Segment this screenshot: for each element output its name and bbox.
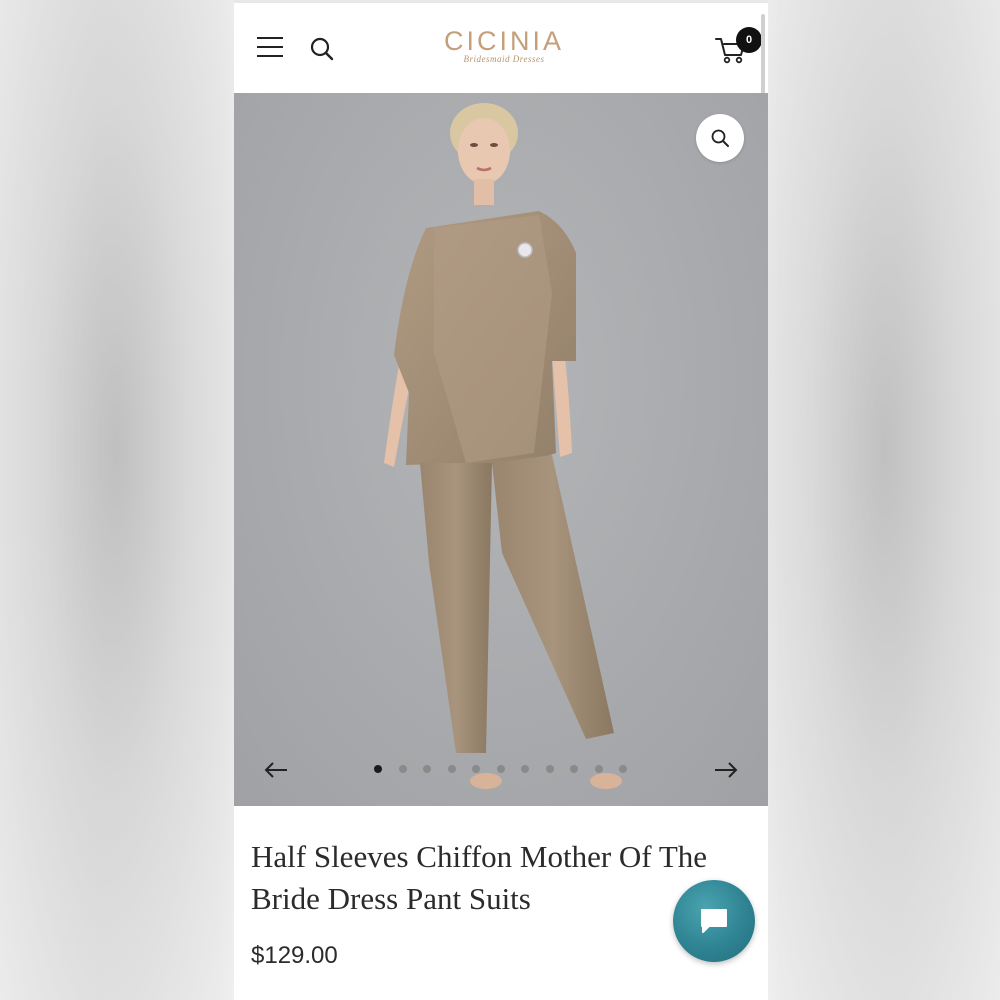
arrow-right-icon xyxy=(715,762,738,778)
cart-count-badge: 0 xyxy=(736,27,762,53)
brand-logo[interactable]: CICINIA Bridesmaid Dresses xyxy=(414,26,594,64)
chat-icon xyxy=(701,909,727,933)
slide-dot[interactable] xyxy=(374,765,382,773)
arrow-left-icon xyxy=(264,762,287,778)
slide-dot[interactable] xyxy=(398,765,407,773)
slide-dot[interactable] xyxy=(472,765,480,773)
chat-button[interactable] xyxy=(673,880,755,962)
mobile-page: CICINIA Bridesmaid Dresses 0 Half Sleeve… xyxy=(234,0,768,1000)
slide-dot[interactable] xyxy=(447,765,456,773)
product-price: $129.00 xyxy=(251,942,338,969)
slide-dot[interactable] xyxy=(619,765,627,773)
slide-dot[interactable] xyxy=(423,765,431,773)
background-blur-left xyxy=(0,0,234,1000)
search-icon[interactable] xyxy=(309,36,335,62)
slide-dot[interactable] xyxy=(570,765,578,773)
slide-dot[interactable] xyxy=(594,765,603,773)
site-header: CICINIA Bridesmaid Dresses 0 xyxy=(234,3,768,93)
product-photo xyxy=(384,103,622,789)
background-blur-right xyxy=(768,0,1000,1000)
menu-icon[interactable] xyxy=(257,37,283,59)
zoom-icon xyxy=(711,129,729,147)
slide-dot[interactable] xyxy=(521,765,529,773)
slide-dot[interactable] xyxy=(496,765,505,773)
logo-wordmark: CICINIA xyxy=(443,26,564,56)
logo-tagline: Bridesmaid Dresses xyxy=(463,54,545,64)
slide-indicator-dots xyxy=(374,765,634,775)
slide-dot[interactable] xyxy=(545,765,554,773)
previous-image-button[interactable] xyxy=(262,756,290,784)
product-image-gallery[interactable] xyxy=(234,93,768,806)
next-image-button[interactable] xyxy=(712,756,740,784)
zoom-button[interactable] xyxy=(696,114,744,162)
